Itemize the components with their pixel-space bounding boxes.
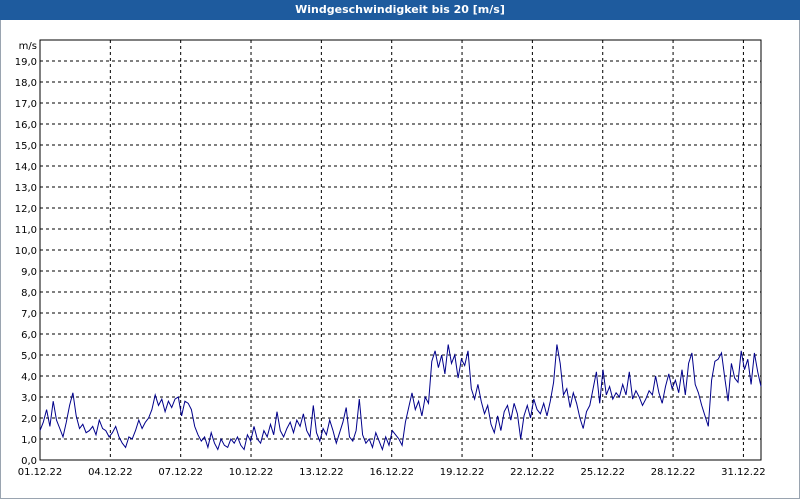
y-tick-label: 6,0 (21, 330, 37, 341)
y-tick-label: 7,0 (21, 309, 37, 320)
y-tick-label: 1,0 (21, 435, 37, 446)
y-tick-label: 9,0 (21, 267, 37, 278)
x-tick-label: 04.12.22 (88, 467, 133, 478)
y-tick-label: 3,0 (21, 393, 37, 404)
y-tick-label: 12,0 (15, 204, 37, 215)
x-tick-label: 31.12.22 (721, 467, 766, 478)
x-tick-label: 10.12.22 (229, 467, 274, 478)
grid-lines (40, 40, 761, 460)
x-axis: 01.12.22 04.12.22 07.12.22 10.12.22 13.12.22… (18, 467, 766, 478)
y-tick-label: 2,0 (21, 414, 37, 425)
x-tick-label: 07.12.22 (158, 467, 203, 478)
y-axis: 0,0 1,0 2,0 3,0 4,0 5,0 6,0 7,0 8,0 9,0 10,0 11,0 12… (15, 57, 37, 467)
wind-speed-chart: 0,0 1,0 2,0 3,0 4,0 5,0 6,0 7,0 8,0 9,0 10,0 11,0 12… (15, 39, 766, 478)
y-tick-label: 11,0 (15, 225, 37, 236)
x-tick-label: 28.12.22 (651, 467, 696, 478)
y-tick-label: 18,0 (15, 78, 37, 89)
y-tick-label: 16,0 (15, 120, 37, 131)
y-tick-label: 10,0 (15, 246, 37, 257)
y-tick-label: 8,0 (21, 288, 37, 299)
y-tick-label: 19,0 (15, 57, 37, 68)
y-tick-label: 4,0 (21, 372, 37, 383)
x-tick-label: 16.12.22 (369, 467, 414, 478)
x-tick-label: 13.12.22 (299, 467, 344, 478)
x-tick-label: 25.12.22 (580, 467, 625, 478)
y-tick-label: 0,0 (21, 456, 37, 467)
y-tick-label: 13,0 (15, 183, 37, 194)
x-tick-label: 01.12.22 (18, 467, 63, 478)
y-axis-label: m/s (19, 41, 37, 52)
x-tick-label: 19.12.22 (440, 467, 485, 478)
y-tick-label: 14,0 (15, 162, 37, 173)
y-tick-label: 15,0 (15, 141, 37, 152)
y-tick-label: 5,0 (21, 351, 37, 362)
y-tick-label: 17,0 (15, 99, 37, 110)
x-tick-label: 22.12.22 (510, 467, 555, 478)
